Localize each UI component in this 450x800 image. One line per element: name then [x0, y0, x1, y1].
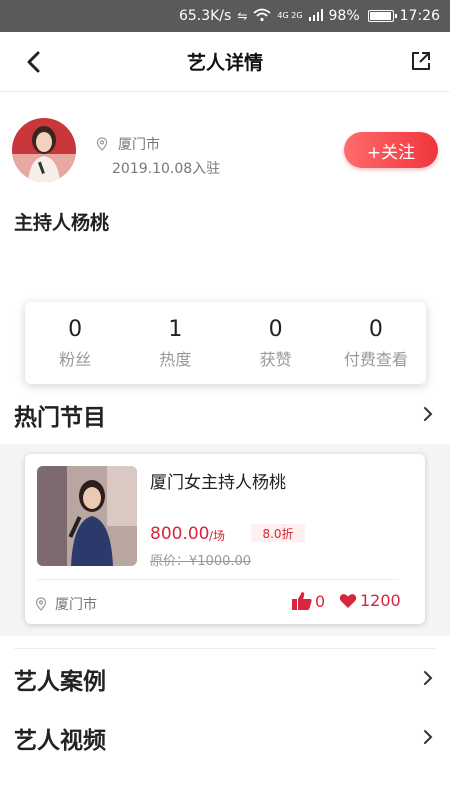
stat-label: 付费查看 — [343, 350, 408, 369]
stat-paid-views[interactable]: 0 付费查看 — [326, 316, 426, 370]
chevron-right-icon[interactable] — [422, 406, 434, 422]
signal-icon: 4G 2G — [277, 11, 303, 20]
stat-value: 0 — [68, 317, 83, 342]
thumbs-up-icon — [292, 592, 312, 610]
avatar[interactable] — [12, 118, 76, 182]
like-button[interactable]: 0 — [291, 591, 325, 611]
section-title-hot-programs[interactable]: 热门节目 — [14, 398, 106, 432]
page-title: 艺人详情 — [186, 52, 263, 74]
stat-heat[interactable]: 1 热度 — [125, 316, 225, 370]
program-price: 800.00 — [150, 524, 210, 544]
program-card[interactable]: 厦门女主持人杨桃 800.00 /场 8.0折 原价：¥1000.00 厦门市 … — [25, 454, 425, 624]
program-thumbnail — [37, 466, 137, 566]
stat-value: 0 — [368, 317, 383, 342]
chevron-right-icon[interactable] — [422, 670, 434, 686]
location-pin-icon — [35, 597, 47, 611]
chevron-right-icon[interactable] — [422, 729, 434, 745]
stat-label: 粉丝 — [59, 350, 92, 369]
stat-fans[interactable]: 0 粉丝 — [25, 316, 125, 370]
location-pin-icon — [96, 137, 108, 151]
share-button[interactable] — [408, 48, 434, 74]
profile-location: 厦门市 — [96, 134, 160, 154]
section-title-cases[interactable]: 艺人案例 — [14, 662, 106, 696]
favorite-button[interactable]: 1200 — [339, 591, 401, 610]
likes-count: 0 — [315, 591, 326, 611]
program-title: 厦门女主持人杨桃 — [150, 473, 286, 493]
stat-label: 热度 — [159, 350, 192, 369]
divider — [14, 648, 436, 649]
header: 艺人详情 — [0, 32, 450, 92]
stat-value: 1 — [168, 317, 183, 342]
chevron-left-icon — [27, 51, 40, 73]
section-title-videos[interactable]: 艺人视频 — [14, 721, 106, 755]
share-external-icon — [412, 52, 430, 70]
original-price: 原价：¥1000.00 — [150, 554, 252, 569]
stat-likes[interactable]: 0 获赞 — [226, 316, 326, 370]
discount-badge: 8.0折 — [251, 524, 305, 542]
clock: 17:26 — [399, 8, 440, 24]
status-bar: 65.3K/s ⇋ 4G 2G 98% 17:26 — [0, 0, 450, 32]
artist-name: 主持人杨桃 — [14, 212, 110, 234]
follow-button[interactable]: +关注 — [344, 132, 438, 168]
hearts-count: 1200 — [360, 591, 401, 610]
join-date: 2019.10.08入驻 — [112, 161, 221, 177]
program-location-text: 厦门市 — [55, 597, 97, 613]
battery-percent: 98% — [328, 8, 360, 24]
program-price-unit: /场 — [209, 529, 226, 543]
heart-icon — [339, 593, 357, 608]
program-location: 厦门市 — [35, 594, 97, 614]
signal-bars-icon — [308, 8, 323, 24]
vibrate-icon: ⇋ — [237, 9, 248, 23]
stats-card: 0 粉丝 1 热度 0 获赞 0 付费查看 — [25, 302, 426, 384]
battery-icon — [367, 10, 397, 22]
wifi-icon — [253, 8, 271, 25]
stat-value: 0 — [268, 317, 283, 342]
net-speed: 65.3K/s — [178, 8, 232, 24]
location-text: 厦门市 — [118, 137, 160, 153]
divider — [37, 579, 399, 580]
back-button[interactable] — [20, 48, 48, 76]
stat-label: 获赞 — [259, 350, 292, 369]
